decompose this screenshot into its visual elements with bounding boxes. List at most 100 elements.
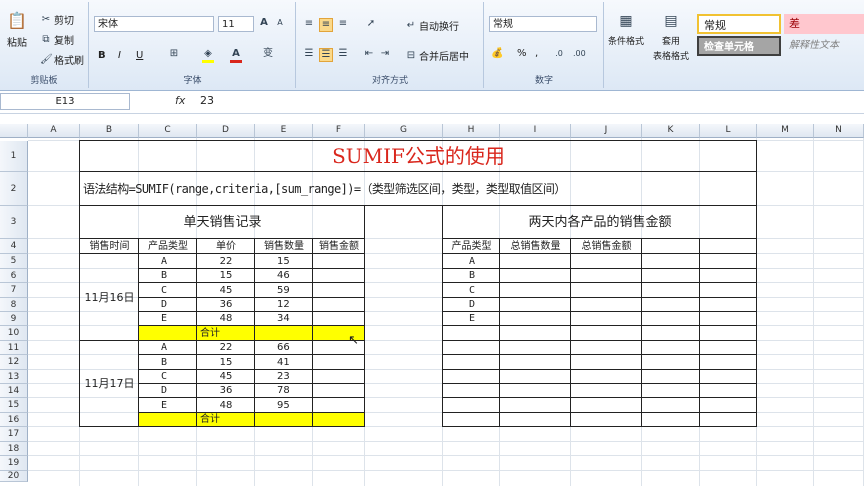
quantity[interactable]: 66	[255, 341, 313, 355]
unit-price[interactable]: 22	[197, 254, 255, 269]
unit-price[interactable]: 48	[197, 312, 255, 326]
underline-button[interactable]: U	[136, 50, 143, 61]
left-header[interactable]: 产品类型	[139, 239, 197, 254]
unit-price[interactable]: 15	[197, 355, 255, 370]
currency-button[interactable]: 💰	[491, 48, 503, 60]
unit-price[interactable]: 22	[197, 341, 255, 355]
style-bad[interactable]: 差	[784, 14, 864, 34]
cut-button[interactable]: ✂ 剪切	[40, 12, 74, 28]
wrap-text-button[interactable]: ↵ 自动换行	[405, 18, 459, 34]
right-header[interactable]: 总销售金额	[571, 239, 642, 254]
column-header[interactable]: I	[500, 124, 571, 138]
format-as-table-button[interactable]: ▤ 套用 表格格式	[651, 10, 691, 62]
row-header[interactable]: 8	[0, 298, 28, 312]
align-bottom-button[interactable]: ≡	[337, 18, 349, 30]
row-header[interactable]: 11	[0, 341, 28, 355]
right-product-type[interactable]: E	[443, 312, 500, 326]
decrease-indent-button[interactable]: ⇤	[363, 48, 375, 60]
day1-label[interactable]: 11月16日	[80, 254, 139, 341]
column-header[interactable]: A	[28, 124, 80, 138]
column-header[interactable]: L	[700, 124, 757, 138]
row-header[interactable]: 10	[0, 326, 28, 341]
increase-indent-button[interactable]: ⇥	[379, 48, 391, 60]
copy-button[interactable]: ⧉ 复制	[40, 32, 74, 48]
percent-button[interactable]: %	[517, 48, 527, 59]
day2-label[interactable]: 11月17日	[80, 341, 139, 427]
column-header[interactable]: M	[757, 124, 814, 138]
product-type[interactable]: E	[139, 312, 197, 326]
subtotal-label[interactable]: 合计	[197, 326, 255, 341]
fx-icon[interactable]: fx	[175, 94, 185, 107]
quantity[interactable]: 59	[255, 283, 313, 298]
font-color-button[interactable]: A	[230, 48, 242, 63]
row-header[interactable]: 9	[0, 312, 28, 326]
quantity[interactable]: 12	[255, 298, 313, 312]
align-left-button[interactable]: ☰	[303, 48, 315, 60]
left-header[interactable]: 销售数量	[255, 239, 313, 254]
number-format-select[interactable]: 常规	[489, 16, 597, 32]
column-header[interactable]: C	[139, 124, 197, 138]
select-all-corner[interactable]	[0, 124, 28, 138]
align-middle-button[interactable]: ≡	[319, 18, 333, 32]
decrease-decimal-button[interactable]: .00	[573, 48, 586, 60]
style-normal[interactable]: 常规	[697, 14, 781, 34]
row-header[interactable]: 1	[0, 141, 28, 172]
row-header[interactable]: 19	[0, 456, 28, 471]
unit-price[interactable]: 45	[197, 370, 255, 384]
row-header[interactable]: 6	[0, 269, 28, 283]
quantity[interactable]: 46	[255, 269, 313, 283]
unit-price[interactable]: 45	[197, 283, 255, 298]
borders-button[interactable]: ⊞	[168, 48, 180, 60]
comma-button[interactable]: ,	[535, 48, 538, 59]
left-header[interactable]: 销售时间	[80, 239, 139, 254]
quantity[interactable]: 95	[255, 398, 313, 413]
unit-price[interactable]: 15	[197, 269, 255, 283]
column-header[interactable]: H	[443, 124, 500, 138]
product-type[interactable]: D	[139, 384, 197, 398]
right-table-title[interactable]: 两天内各产品的销售金额	[443, 206, 757, 239]
font-size-select[interactable]: 11	[218, 16, 254, 32]
quantity[interactable]: 41	[255, 355, 313, 370]
subtotal-label[interactable]: 合计	[197, 413, 255, 427]
align-right-button[interactable]: ☰	[337, 48, 349, 60]
row-header[interactable]: 3	[0, 206, 28, 239]
column-header[interactable]: F	[313, 124, 365, 138]
unit-price[interactable]: 36	[197, 298, 255, 312]
row-header[interactable]: 12	[0, 355, 28, 370]
increase-decimal-button[interactable]: .0	[553, 48, 565, 60]
font-name-select[interactable]: 宋体	[94, 16, 214, 32]
right-product-type[interactable]: C	[443, 283, 500, 298]
phonetic-button[interactable]: 变	[262, 48, 274, 60]
row-header[interactable]: 7	[0, 283, 28, 298]
product-type[interactable]: B	[139, 269, 197, 283]
row-header[interactable]: 18	[0, 442, 28, 456]
column-header[interactable]: G	[365, 124, 443, 138]
quantity[interactable]: 34	[255, 312, 313, 326]
formula-input[interactable]: 23	[200, 94, 214, 107]
shrink-font-button[interactable]: A	[274, 17, 286, 29]
right-product-type[interactable]: B	[443, 269, 500, 283]
orientation-button[interactable]: ➚	[365, 18, 377, 30]
grow-font-button[interactable]: A	[258, 17, 270, 29]
syntax-text[interactable]: 语法结构=SUMIF(range,criteria,[sum_range])=（…	[80, 172, 757, 206]
unit-price[interactable]: 36	[197, 384, 255, 398]
product-type[interactable]: D	[139, 298, 197, 312]
quantity[interactable]: 15	[255, 254, 313, 269]
row-header[interactable]: 13	[0, 370, 28, 384]
column-header[interactable]: E	[255, 124, 313, 138]
conditional-format-button[interactable]: ▦ 条件格式	[608, 10, 644, 47]
style-explanatory[interactable]: 解释性文本	[784, 36, 864, 56]
column-header[interactable]: B	[80, 124, 139, 138]
unit-price[interactable]: 48	[197, 398, 255, 413]
right-product-type[interactable]: A	[443, 254, 500, 269]
right-header[interactable]: 产品类型	[443, 239, 500, 254]
product-type[interactable]: A	[139, 341, 197, 355]
left-table-title[interactable]: 单天销售记录	[80, 206, 365, 239]
row-header[interactable]: 17	[0, 427, 28, 442]
product-type[interactable]: C	[139, 370, 197, 384]
quantity[interactable]: 78	[255, 384, 313, 398]
row-header[interactable]: 16	[0, 413, 28, 427]
row-header[interactable]: 14	[0, 384, 28, 398]
left-header[interactable]: 销售金额	[313, 239, 365, 254]
row-header[interactable]: 4	[0, 239, 28, 254]
